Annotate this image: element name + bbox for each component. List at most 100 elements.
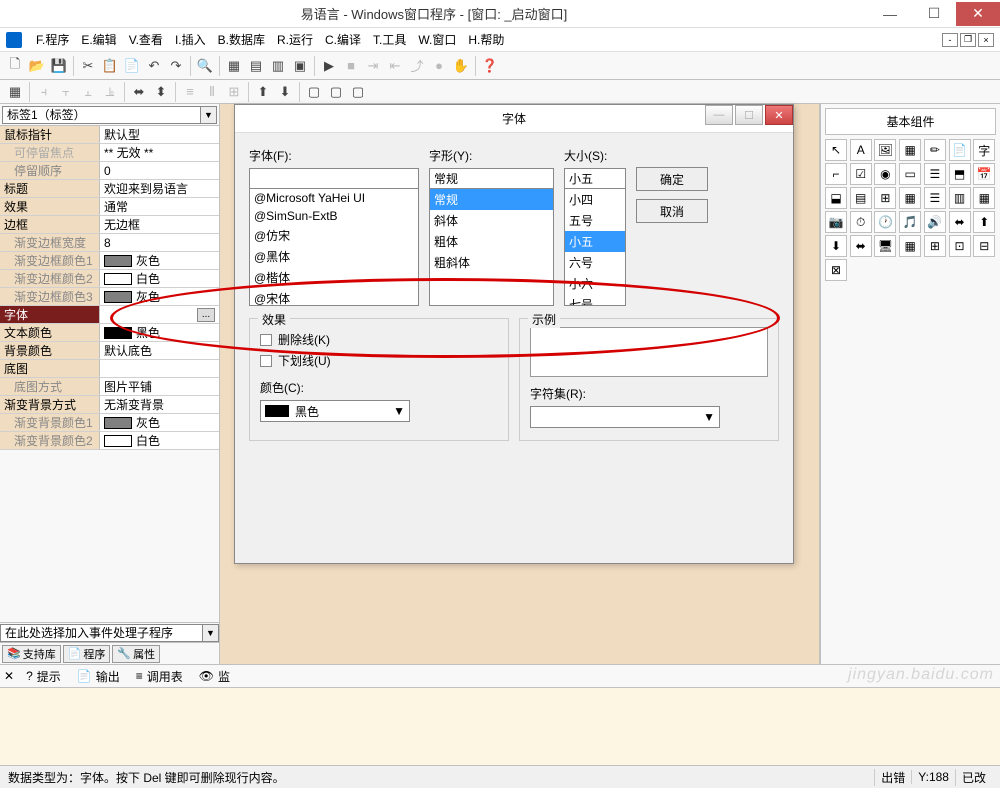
toolbox-item[interactable]: 🔊 (924, 211, 946, 233)
property-button[interactable]: 🔧 属性 (112, 645, 160, 663)
toolbox-item[interactable]: ⬆ (973, 211, 995, 233)
menu-view[interactable]: V.查看 (123, 31, 169, 48)
toolbox-item[interactable]: 🖥 (874, 235, 896, 257)
property-row[interactable]: 渐变边框颜色3灰色 (0, 288, 219, 306)
size-list-item[interactable]: 五号 (565, 210, 625, 231)
new-icon[interactable]: 🗋 (4, 55, 26, 77)
strikethrough-checkbox[interactable]: 删除线(K) (260, 331, 498, 348)
align2-icon[interactable]: ⫟ (55, 81, 77, 103)
cut-icon[interactable]: ✂ (77, 55, 99, 77)
design-canvas[interactable]: 字体 — ☐ ✕ 字体(F): @Microsoft YaHei UI@SimS… (220, 104, 820, 664)
property-row[interactable]: 停留顺序0 (0, 162, 219, 180)
align3-icon[interactable]: ⫠ (77, 81, 99, 103)
tab-monitor[interactable]: 👁监 (195, 668, 234, 685)
property-row[interactable]: 渐变背景颜色2白色 (0, 432, 219, 450)
toolbox-item[interactable]: ⬇ (825, 235, 847, 257)
combo-dropdown-icon[interactable]: ▼ (201, 106, 217, 124)
font-list-item[interactable]: @宋体 (250, 288, 418, 306)
font-list-item[interactable]: @SimSun-ExtB (250, 207, 418, 225)
toolbox-item[interactable]: ▥ (949, 187, 971, 209)
toolbox-item[interactable]: ⊞ (874, 187, 896, 209)
align1-icon[interactable]: ⫞ (33, 81, 55, 103)
event-dropdown-icon[interactable]: ▼ (203, 624, 219, 642)
menu-insert[interactable]: I.插入 (169, 31, 212, 48)
toolbox-item[interactable]: ⊞ (924, 235, 946, 257)
toolbox-item[interactable]: ⬌ (850, 235, 872, 257)
undo-icon[interactable]: ↶ (143, 55, 165, 77)
tabs-close-icon[interactable]: ✕ (4, 669, 14, 683)
step3-icon[interactable]: ⤴ (406, 55, 428, 77)
toolbox-item[interactable]: ⊠ (825, 259, 847, 281)
dist3-icon[interactable]: ⊞ (223, 81, 245, 103)
output-area[interactable] (0, 688, 1000, 766)
support-lib-button[interactable]: 📚 支持库 (2, 645, 61, 663)
dist1-icon[interactable]: ≡ (179, 81, 201, 103)
redo-icon[interactable]: ↷ (165, 55, 187, 77)
property-row[interactable]: 渐变边框宽度8 (0, 234, 219, 252)
property-row[interactable]: 标题欢迎来到易语言 (0, 180, 219, 198)
menu-tools[interactable]: T.工具 (367, 31, 412, 48)
style-list-item[interactable]: 粗体 (430, 231, 553, 252)
toolbox-item[interactable]: ↖ (825, 139, 847, 161)
property-row[interactable]: 效果通常 (0, 198, 219, 216)
property-row[interactable]: 渐变背景方式无渐变背景 (0, 396, 219, 414)
toolbox-item[interactable]: ✏ (924, 139, 946, 161)
open-icon[interactable]: 📂 (26, 55, 48, 77)
order1-icon[interactable]: ⬆ (252, 81, 274, 103)
toolbox-item[interactable]: ▦ (899, 139, 921, 161)
run-icon[interactable]: ▶ (318, 55, 340, 77)
component-combo[interactable] (2, 106, 201, 124)
size1-icon[interactable]: ⬌ (128, 81, 150, 103)
toolbox-item[interactable]: 🖼 (874, 139, 896, 161)
toolbox-item[interactable]: 🎵 (899, 211, 921, 233)
property-row[interactable]: 渐变边框颜色1灰色 (0, 252, 219, 270)
size-input[interactable] (564, 168, 626, 188)
property-row[interactable]: 文本颜色黑色 (0, 324, 219, 342)
mdi-minimize-icon[interactable]: ‑ (942, 33, 958, 47)
style-list-item[interactable]: 常规 (430, 189, 553, 210)
dist2-icon[interactable]: ⦀ (201, 81, 223, 103)
dialog-minimize-icon[interactable]: — (705, 105, 733, 125)
mdi-close-icon[interactable]: × (978, 33, 994, 47)
property-row[interactable]: 渐变背景颜色1灰色 (0, 414, 219, 432)
copy-icon[interactable]: 📋 (99, 55, 121, 77)
size-list-item[interactable]: 六号 (565, 252, 625, 273)
toolbox-item[interactable]: ▦ (899, 235, 921, 257)
tab-output[interactable]: 📄输出 (73, 668, 124, 685)
ctr2-icon[interactable]: ▢ (325, 81, 347, 103)
window4-icon[interactable]: ▣ (289, 55, 311, 77)
toolbox-item[interactable]: 字 (973, 139, 995, 161)
toolbox-item[interactable]: 🕐 (874, 211, 896, 233)
property-row[interactable]: 底图方式图片平铺 (0, 378, 219, 396)
order2-icon[interactable]: ⬇ (274, 81, 296, 103)
tab-hint[interactable]: ?提示 (22, 668, 65, 685)
toolbox-item[interactable]: ⬓ (825, 187, 847, 209)
help-icon[interactable]: ❓ (479, 55, 501, 77)
toolbox-item[interactable]: 📅 (973, 163, 995, 185)
toolbox-item[interactable]: ⏱ (850, 211, 872, 233)
pause-icon[interactable]: ■ (340, 55, 362, 77)
minimize-button[interactable]: — (868, 2, 912, 26)
toolbox-item[interactable]: ⌐ (825, 163, 847, 185)
toolbox-item[interactable]: ⊟ (973, 235, 995, 257)
toolbox-item[interactable]: ▦ (973, 187, 995, 209)
font-list-item[interactable]: @楷体 (250, 267, 418, 288)
property-list[interactable]: 鼠标指针默认型可停留焦点** 无效 **停留顺序0标题欢迎来到易语言效果通常边框… (0, 126, 219, 622)
dialog-maximize-icon[interactable]: ☐ (735, 105, 763, 125)
underline-checkbox[interactable]: 下划线(U) (260, 352, 498, 369)
program-button[interactable]: 📄 程序 (63, 645, 111, 663)
step-icon[interactable]: ⇥ (362, 55, 384, 77)
toolbox-item[interactable]: ⬌ (949, 211, 971, 233)
ctr1-icon[interactable]: ▢ (303, 81, 325, 103)
property-row[interactable]: 鼠标指针默认型 (0, 126, 219, 144)
toolbox-item[interactable]: ☰ (924, 163, 946, 185)
size-list-item[interactable]: 小五 (565, 231, 625, 252)
font-list-item[interactable]: @仿宋 (250, 225, 418, 246)
style-input[interactable] (429, 168, 554, 188)
grid-icon[interactable]: ▦ (4, 81, 26, 103)
size-list-item[interactable]: 七号 (565, 294, 625, 306)
toolbox-item[interactable]: ▦ (899, 187, 921, 209)
ok-button[interactable]: 确定 (636, 167, 708, 191)
event-combo[interactable] (0, 624, 203, 642)
toolbox-item[interactable]: ◉ (874, 163, 896, 185)
